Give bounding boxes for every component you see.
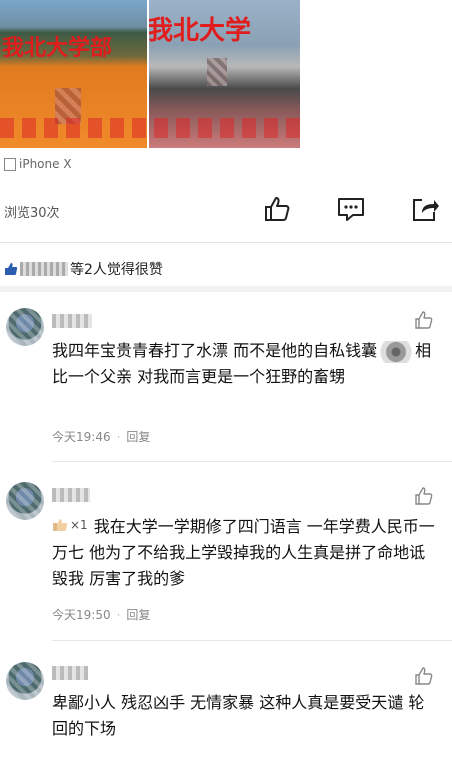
likes-summary[interactable]: 等2人觉得很赞 xyxy=(4,259,163,279)
photo-red-overlay xyxy=(0,118,300,138)
avatar[interactable] xyxy=(6,482,44,520)
blurred-username[interactable] xyxy=(52,666,88,680)
section-divider xyxy=(0,286,452,292)
thumbs-up-icon[interactable] xyxy=(262,194,292,224)
comment-time: 今天19:46 xyxy=(52,430,111,444)
divider xyxy=(52,461,452,462)
thumbs-up-icon xyxy=(5,263,18,275)
thumbs-up-icon[interactable] xyxy=(414,666,434,686)
gift-badge: ×1 xyxy=(52,512,88,538)
avatar[interactable] xyxy=(6,662,44,700)
phone-icon xyxy=(4,157,16,171)
photo-right-banner: 我北大学 xyxy=(149,16,252,46)
view-count: 浏览30次 xyxy=(4,206,60,221)
comment-text-part: 我四年宝贵青春打了水漂 而不是他的自私钱囊 xyxy=(52,341,378,360)
reply-button[interactable]: 回复 xyxy=(126,608,150,622)
comment-time: 今天19:50 xyxy=(52,608,111,622)
likes-summary-text: 等2人觉得很赞 xyxy=(70,262,163,278)
blurred-username[interactable] xyxy=(52,488,90,502)
device-label: iPhone X xyxy=(4,157,72,171)
thumbs-up-icon[interactable] xyxy=(414,486,434,506)
share-icon[interactable] xyxy=(410,194,440,224)
comment-text: 卑鄙小人 残忍凶手 无情家暴 这种人真是要受天谴 轮回的下场 xyxy=(52,693,425,738)
comment-text: ×1 我在大学一学期修了四门语言 一年学费人民币一万七 他为了不给我上学毁掉我的… xyxy=(52,512,437,592)
comment-text: 我四年宝贵青春打了水漂 而不是他的自私钱囊 相比一个父亲 对我而言更是一个狂野的畜… xyxy=(52,338,437,390)
photo-left-banner: 我北大学部 xyxy=(2,36,113,61)
blurred-text xyxy=(377,340,416,363)
blurred-usernames xyxy=(20,262,68,276)
badge-count: ×1 xyxy=(70,518,88,532)
comment-meta: 今天19:50 · 回复 xyxy=(52,608,151,622)
blurred-face xyxy=(207,58,227,86)
post-photos: 我北大学部 我北大学 xyxy=(0,0,300,148)
comment-icon[interactable] xyxy=(336,194,366,224)
comment-text-body: 我在大学一学期修了四门语言 一年学费人民币一万七 他为了不给我上学毁掉我的人生真… xyxy=(52,517,435,588)
divider xyxy=(0,242,452,243)
thumbs-up-icon[interactable] xyxy=(414,310,434,330)
avatar[interactable] xyxy=(6,308,44,346)
divider xyxy=(52,640,452,641)
comment-meta: 今天19:46 · 回复 xyxy=(52,430,151,444)
thumbs-up-badge-icon xyxy=(53,519,68,531)
blurred-username[interactable] xyxy=(52,314,92,328)
device-name: iPhone X xyxy=(19,157,72,171)
reply-button[interactable]: 回复 xyxy=(126,430,150,444)
